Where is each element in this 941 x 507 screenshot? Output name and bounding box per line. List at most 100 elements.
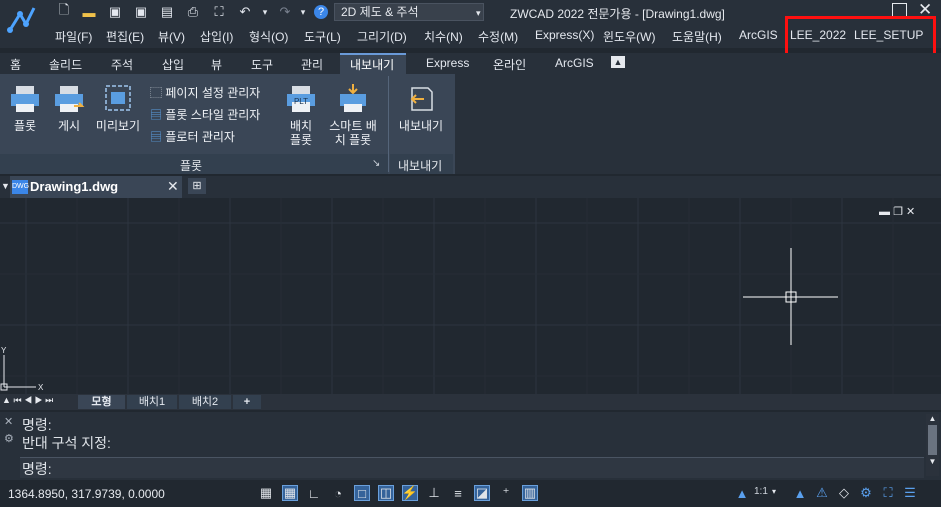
- redo-dropdown-icon[interactable]: ▾: [294, 3, 312, 21]
- menu-edit[interactable]: 편집(E): [106, 28, 144, 45]
- publish-button[interactable]: 게시: [52, 84, 86, 136]
- dynamic-ucs-icon[interactable]: ⊥: [426, 485, 442, 501]
- open-folder-icon[interactable]: ▬: [80, 3, 98, 21]
- tab-tools[interactable]: 도구: [251, 56, 273, 73]
- tab-view[interactable]: 뷰: [211, 56, 222, 73]
- zoom-extents-icon[interactable]: ⛶: [210, 3, 228, 21]
- command-scrollbar[interactable]: ▲ ▼: [926, 414, 939, 476]
- nav-up-icon[interactable]: ▲: [2, 395, 11, 405]
- snap-grid-icon[interactable]: ▦: [282, 485, 298, 501]
- tab-annotate[interactable]: 주석: [111, 56, 133, 73]
- close-command-icon[interactable]: ✕: [4, 415, 13, 428]
- new-tab-icon[interactable]: ⊞: [188, 178, 206, 194]
- tab-manage[interactable]: 관리: [301, 56, 323, 73]
- publish-icon: [55, 86, 85, 112]
- menu-view[interactable]: 뷰(V): [158, 28, 185, 45]
- plot-style-button[interactable]: ▤ 플롯 스타일 관리자: [150, 106, 260, 123]
- layout-nav[interactable]: ▲ ⏮ ◀ ▶ ⏭: [2, 395, 53, 406]
- annotation-scale-icon[interactable]: ▲: [734, 485, 750, 501]
- annotation-monitor-icon[interactable]: ▥: [522, 485, 538, 501]
- tab-insert[interactable]: 삽입: [162, 56, 184, 73]
- osnap-icon[interactable]: □: [354, 485, 370, 501]
- selection-cycling-icon[interactable]: ⁺: [498, 485, 514, 501]
- layout-tab-2[interactable]: 배치2: [179, 395, 231, 409]
- ortho-icon[interactable]: ∟: [306, 485, 322, 501]
- polar-icon[interactable]: ◔: [330, 485, 346, 501]
- workspace-dropdown[interactable]: 2D 제도 & 주석: [334, 3, 484, 21]
- plotter-button[interactable]: ▤ 플로터 관리자: [150, 128, 235, 145]
- minimize-viewport-icon[interactable]: ▬: [879, 206, 890, 218]
- menu-draw[interactable]: 그리기(D): [357, 28, 407, 45]
- plot-button[interactable]: 플롯: [8, 84, 42, 136]
- nav-last-icon[interactable]: ⏭: [45, 395, 53, 405]
- page-setup-button[interactable]: ⬚ 페이지 설정 관리자: [150, 84, 260, 101]
- redo-icon[interactable]: ↷: [276, 3, 294, 21]
- menu-window[interactable]: 윈도우(W): [603, 28, 655, 45]
- menu-dimension[interactable]: 치수(N): [424, 28, 463, 45]
- customize-menu-icon[interactable]: ☰: [902, 485, 918, 501]
- nav-first-icon[interactable]: ⏮: [13, 395, 21, 405]
- command-settings-icon[interactable]: ⚙: [4, 432, 14, 445]
- plot-icon[interactable]: ⎙: [184, 3, 202, 21]
- tab-express[interactable]: Express: [426, 56, 469, 70]
- publish-label: 게시: [57, 119, 81, 133]
- document-tab[interactable]: DWG Drawing1.dwg ✕: [10, 176, 182, 198]
- menu-help[interactable]: 도움말(H): [672, 28, 722, 45]
- layout-tab-1[interactable]: 배치1: [127, 395, 177, 409]
- batch-plot-button[interactable]: PLT 배치 플롯: [284, 84, 318, 148]
- maximize-icon[interactable]: [892, 3, 907, 17]
- annotation-visibility-icon[interactable]: ▲: [792, 485, 808, 501]
- tab-export[interactable]: 내보내기: [350, 56, 394, 73]
- nav-prev-icon[interactable]: ◀: [24, 395, 32, 405]
- ribbon-minimize-icon[interactable]: ▲: [611, 56, 625, 68]
- menu-express[interactable]: Express(X): [535, 28, 594, 42]
- fullscreen-icon[interactable]: ⛶: [880, 485, 896, 501]
- export-button[interactable]: 내보내기: [394, 84, 448, 136]
- settings-gear-icon[interactable]: ⚙: [858, 485, 874, 501]
- dwg-file-icon: DWG: [12, 180, 29, 194]
- command-input[interactable]: [20, 457, 924, 478]
- layout-tab-model[interactable]: 모형: [78, 395, 125, 409]
- print-preview-icon[interactable]: ▤: [158, 3, 176, 21]
- panel-launcher-icon[interactable]: ↘: [372, 158, 380, 169]
- close-viewport-icon[interactable]: ✕: [906, 206, 915, 218]
- preview-label: 미리보기: [95, 119, 141, 133]
- annotation-scale-value[interactable]: 1:1: [754, 486, 768, 497]
- grid-icon[interactable]: ▦: [258, 485, 274, 501]
- nav-next-icon[interactable]: ▶: [35, 395, 43, 405]
- tab-online[interactable]: 온라인: [493, 56, 526, 73]
- scale-dropdown-icon[interactable]: ▾: [772, 487, 776, 496]
- lineweight-icon[interactable]: ≡: [450, 485, 466, 501]
- tab-list-icon[interactable]: ▼: [1, 181, 10, 191]
- new-icon[interactable]: 🗋: [55, 2, 73, 21]
- preview-icon: [105, 85, 131, 111]
- auto-scale-icon[interactable]: ⚠: [814, 485, 830, 501]
- save-icon[interactable]: ▣: [106, 3, 124, 21]
- menu-insert[interactable]: 삽입(I): [200, 28, 233, 45]
- dynamic-input-icon[interactable]: ⚡: [402, 485, 418, 501]
- viewport-controls[interactable]: ▬ ❐ ✕: [879, 205, 915, 218]
- close-tab-icon[interactable]: ✕: [167, 178, 179, 195]
- menu-modify[interactable]: 수정(M): [478, 28, 518, 45]
- help-icon[interactable]: ?: [312, 3, 330, 21]
- restore-viewport-icon[interactable]: ❐: [893, 206, 903, 218]
- osnap-tracking-icon[interactable]: ◫: [378, 485, 394, 501]
- preview-button[interactable]: 미리보기: [93, 84, 143, 136]
- isolate-objects-icon[interactable]: ◇: [836, 485, 852, 501]
- chevron-down-icon[interactable]: ▾: [476, 8, 481, 19]
- layout-tab-add[interactable]: +: [233, 395, 261, 409]
- undo-icon[interactable]: ↶: [236, 3, 254, 21]
- smart-batch-plot-button[interactable]: 스마트 배 치 플롯: [324, 84, 382, 148]
- plt-badge: PLT: [294, 97, 308, 106]
- save-as-icon[interactable]: ▣: [132, 3, 150, 21]
- tab-arcgis[interactable]: ArcGIS: [555, 56, 594, 70]
- menu-file[interactable]: 파일(F): [55, 28, 92, 45]
- transparency-icon[interactable]: ◪: [474, 485, 490, 501]
- undo-dropdown-icon[interactable]: ▾: [256, 3, 274, 21]
- app-logo[interactable]: [0, 0, 46, 48]
- menu-tools[interactable]: 도구(L): [304, 28, 341, 45]
- menu-format[interactable]: 형식(O): [249, 28, 288, 45]
- tab-home[interactable]: 홈: [10, 56, 21, 73]
- menu-arcgis[interactable]: ArcGIS: [739, 28, 778, 42]
- tab-solid[interactable]: 솔리드: [49, 56, 82, 73]
